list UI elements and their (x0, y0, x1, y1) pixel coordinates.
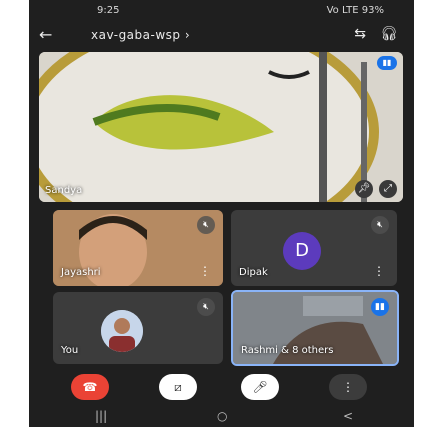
recent-apps-icon[interactable]: ||| (95, 409, 107, 423)
avatar: D (283, 232, 321, 270)
participant-name: Jayashri (61, 267, 101, 278)
avatar-photo (101, 310, 143, 352)
more-options-button[interactable]: ⋮ (329, 374, 367, 400)
status-time: 9:25 (97, 5, 120, 16)
participant-tile-you[interactable]: 🔇︎ You (53, 292, 223, 364)
participant-name: Rashmi & 8 others (241, 345, 334, 356)
phone-screen: 9:25 Vo LTE 93% ← xav-gaba-wsp › ⇆ 🎧︎ ▮▮… (29, 0, 414, 427)
camera-off-button[interactable]: ⧄ (159, 374, 197, 400)
mic-muted-icon: 🔇︎ (197, 298, 215, 316)
call-controls: ☎ ⧄ 🎤︎ ⋮ (29, 374, 414, 402)
android-nav-bar: ||| ○ < (29, 405, 414, 427)
mic-muted-icon: 🔇︎ (371, 216, 389, 234)
chevron-right-icon: › (184, 28, 191, 42)
participant-name: Dipak (239, 267, 268, 278)
main-video-frame (39, 52, 403, 202)
status-indicators: Vo LTE 93% (326, 5, 384, 16)
more-vert-icon[interactable]: ⋮ (199, 264, 211, 278)
main-video-tile[interactable]: ▮▮ Sandya 📌︎ ⤢ (39, 52, 403, 202)
more-vert-icon[interactable]: ⋮ (373, 264, 385, 278)
participant-tile-others[interactable]: ▮▮ Rashmi & 8 others (231, 290, 399, 366)
back-arrow-icon[interactable]: ← (39, 25, 52, 44)
expand-icon[interactable]: ⤢ (379, 180, 397, 198)
status-bar: 9:25 Vo LTE 93% (29, 0, 414, 22)
avatar (101, 310, 143, 352)
home-icon[interactable]: ○ (217, 409, 227, 423)
switch-camera-icon[interactable]: ⇆ (354, 26, 366, 42)
participant-tile-dipak[interactable]: D 🔇︎ Dipak ⋮ (231, 210, 397, 286)
speaking-indicator-icon: ▮▮ (371, 298, 389, 316)
participant-tile-jayashri[interactable]: 🔇︎ Jayashri ⋮ (53, 210, 223, 286)
main-participant-name: Sandya (45, 185, 83, 196)
meeting-top-bar: ← xav-gaba-wsp › ⇆ 🎧︎ (29, 22, 414, 50)
participant-name: You (61, 345, 79, 356)
meeting-title[interactable]: xav-gaba-wsp › (91, 28, 190, 42)
meeting-code: xav-gaba-wsp (91, 28, 181, 42)
mic-muted-icon: 🔇︎ (197, 216, 215, 234)
speaking-indicator-icon: ▮▮ (377, 56, 397, 70)
audio-output-icon[interactable]: 🎧︎ (380, 26, 398, 42)
mic-mute-button[interactable]: 🎤︎ (241, 374, 279, 400)
end-call-button[interactable]: ☎ (71, 374, 109, 400)
pin-icon[interactable]: 📌︎ (355, 180, 373, 198)
nav-back-icon[interactable]: < (343, 409, 353, 423)
